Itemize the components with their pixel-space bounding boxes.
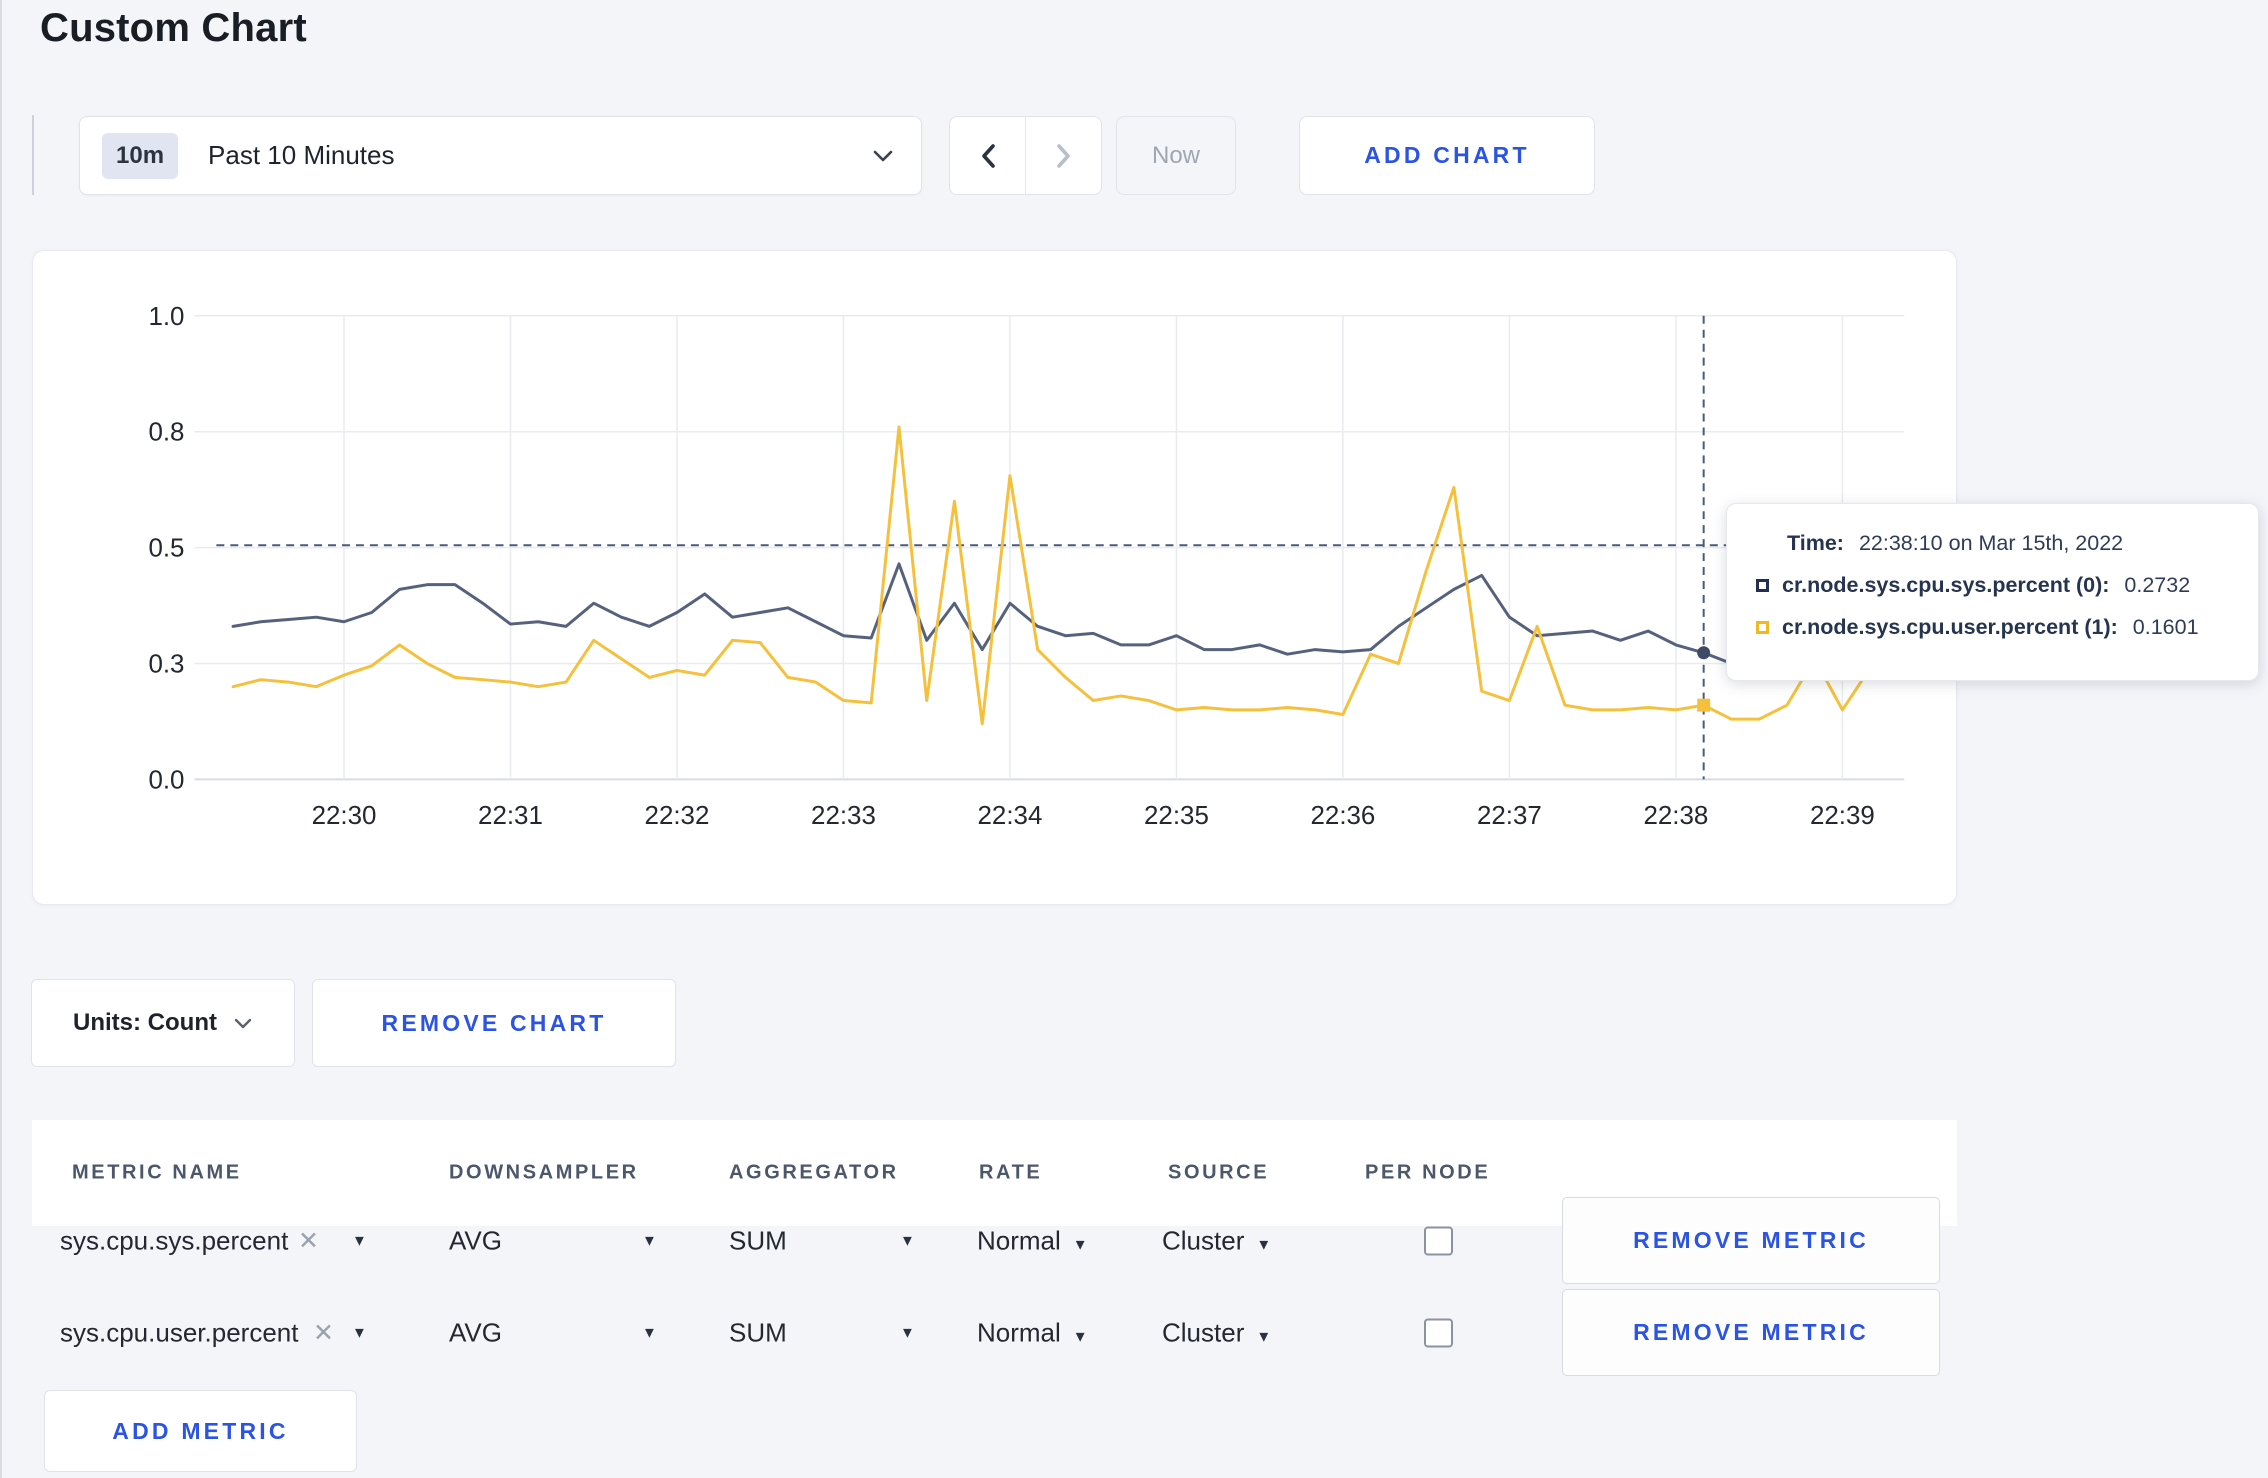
- col-header-downsampler: DOWNSAMPLER: [449, 1161, 639, 1184]
- chevron-down-icon: [871, 148, 895, 164]
- svg-text:22:39: 22:39: [1810, 802, 1875, 830]
- caret-down-icon[interactable]: ▼: [642, 1233, 657, 1250]
- svg-text:22:32: 22:32: [645, 802, 710, 830]
- units-label: Units: Count: [73, 1009, 217, 1036]
- svg-text:22:37: 22:37: [1477, 802, 1542, 830]
- caret-down-icon[interactable]: ▼: [352, 1233, 367, 1250]
- caret-down-icon[interactable]: ▼: [900, 1233, 915, 1250]
- svg-text:0.0: 0.0: [148, 766, 184, 794]
- metric-name-select[interactable]: sys.cpu.sys.percent: [60, 1226, 288, 1257]
- source-select[interactable]: Cluster ▼: [1162, 1226, 1271, 1257]
- now-button[interactable]: Now: [1116, 116, 1236, 195]
- source-value: Cluster: [1162, 1317, 1245, 1348]
- add-chart-button[interactable]: ADD CHART: [1299, 116, 1595, 195]
- sys-series-swatch-icon: [1756, 579, 1769, 592]
- svg-text:22:34: 22:34: [978, 802, 1043, 830]
- tooltip-time-label: Time:: [1787, 531, 1844, 555]
- toolbar-divider: [32, 115, 34, 195]
- prev-range-button[interactable]: [950, 117, 1025, 194]
- rate-select[interactable]: Normal ▼: [977, 1226, 1088, 1257]
- svg-text:1.0: 1.0: [148, 303, 184, 331]
- chart-panel[interactable]: 0.0 0.3 0.5 0.8 1.0 22:30 22:31 22:32 22:33 22:34…: [32, 250, 1957, 905]
- caret-down-icon[interactable]: ▼: [352, 1325, 367, 1342]
- tooltip-series-row: cr.node.sys.cpu.user.percent (1): 0.1601: [1756, 615, 2232, 640]
- caret-down-icon[interactable]: ▼: [642, 1325, 657, 1342]
- col-header-metric-name: METRIC NAME: [72, 1161, 242, 1184]
- next-range-button[interactable]: [1025, 117, 1101, 194]
- svg-text:22:35: 22:35: [1144, 802, 1209, 830]
- svg-text:0.8: 0.8: [148, 419, 184, 447]
- per-node-checkbox[interactable]: [1424, 1226, 1453, 1256]
- add-metric-button[interactable]: ADD METRIC: [44, 1390, 357, 1472]
- tooltip-series-label: cr.node.sys.cpu.user.percent (1):: [1782, 615, 2118, 639]
- per-node-checkbox[interactable]: [1424, 1318, 1453, 1348]
- rate-value: Normal: [977, 1317, 1061, 1348]
- user-series-swatch-icon: [1756, 621, 1769, 634]
- metric-row: sys.cpu.user.percent ✕ ▼ AVG ▼ SUM ▼ Nor…: [32, 1288, 1957, 1378]
- clear-metric-icon[interactable]: ✕: [313, 1318, 334, 1348]
- svg-text:22:38: 22:38: [1643, 802, 1708, 830]
- col-header-per-node: PER NODE: [1365, 1161, 1491, 1184]
- downsampler-select[interactable]: AVG: [449, 1226, 502, 1257]
- source-value: Cluster: [1162, 1225, 1245, 1256]
- rate-select[interactable]: Normal ▼: [977, 1318, 1088, 1349]
- remove-chart-button[interactable]: REMOVE CHART: [312, 979, 676, 1067]
- svg-text:22:36: 22:36: [1311, 802, 1376, 830]
- chart-tooltip: Time: 22:38:10 on Mar 15th, 2022 cr.node…: [1726, 503, 2259, 681]
- metric-row: sys.cpu.sys.percent ✕ ▼ AVG ▼ SUM ▼ Norm…: [32, 1196, 1957, 1286]
- caret-down-icon: ▼: [1256, 1328, 1272, 1346]
- clear-metric-icon[interactable]: ✕: [298, 1226, 319, 1256]
- remove-metric-button[interactable]: REMOVE METRIC: [1562, 1289, 1940, 1376]
- caret-down-icon: ▼: [1072, 1236, 1088, 1254]
- tooltip-series-label: cr.node.sys.cpu.sys.percent (0):: [1782, 573, 2110, 597]
- timeseries-chart[interactable]: 0.0 0.3 0.5 0.8 1.0 22:30 22:31 22:32 22:33 22:34…: [33, 251, 1956, 904]
- units-select[interactable]: Units: Count: [31, 979, 295, 1067]
- page-title: Custom Chart: [40, 6, 307, 50]
- tooltip-series-row: cr.node.sys.cpu.sys.percent (0): 0.2732: [1756, 573, 2232, 598]
- caret-down-icon[interactable]: ▼: [900, 1325, 915, 1342]
- downsampler-select[interactable]: AVG: [449, 1318, 502, 1349]
- svg-text:22:33: 22:33: [811, 802, 876, 830]
- time-range-select[interactable]: 10m Past 10 Minutes: [79, 116, 922, 195]
- remove-metric-button[interactable]: REMOVE METRIC: [1562, 1197, 1940, 1284]
- rate-value: Normal: [977, 1225, 1061, 1256]
- metric-name-select[interactable]: sys.cpu.user.percent: [60, 1318, 298, 1349]
- svg-text:22:30: 22:30: [312, 802, 377, 830]
- caret-down-icon: ▼: [1256, 1236, 1272, 1254]
- tooltip-time-value: 22:38:10 on Mar 15th, 2022: [1858, 531, 2124, 555]
- svg-text:0.3: 0.3: [148, 650, 184, 678]
- aggregator-select[interactable]: SUM: [729, 1318, 787, 1349]
- col-header-rate: RATE: [979, 1161, 1043, 1184]
- tooltip-time-row: Time: 22:38:10 on Mar 15th, 2022: [1756, 531, 2232, 556]
- chevron-down-icon: [233, 1017, 253, 1030]
- tooltip-series-value: 0.1601: [2132, 615, 2199, 639]
- caret-down-icon: ▼: [1072, 1328, 1088, 1346]
- aggregator-select[interactable]: SUM: [729, 1226, 787, 1257]
- chevron-left-icon: [977, 141, 999, 171]
- col-header-source: SOURCE: [1168, 1161, 1270, 1184]
- tooltip-series-value: 0.2732: [2124, 573, 2191, 597]
- time-range-badge: 10m: [102, 132, 179, 179]
- svg-text:22:31: 22:31: [478, 802, 543, 830]
- col-header-aggregator: AGGREGATOR: [729, 1161, 899, 1184]
- chevron-right-icon: [1053, 141, 1075, 171]
- time-range-label: Past 10 Minutes: [208, 140, 395, 170]
- source-select[interactable]: Cluster ▼: [1162, 1318, 1271, 1349]
- time-nav-group: [949, 116, 1102, 195]
- svg-text:0.5: 0.5: [148, 535, 184, 563]
